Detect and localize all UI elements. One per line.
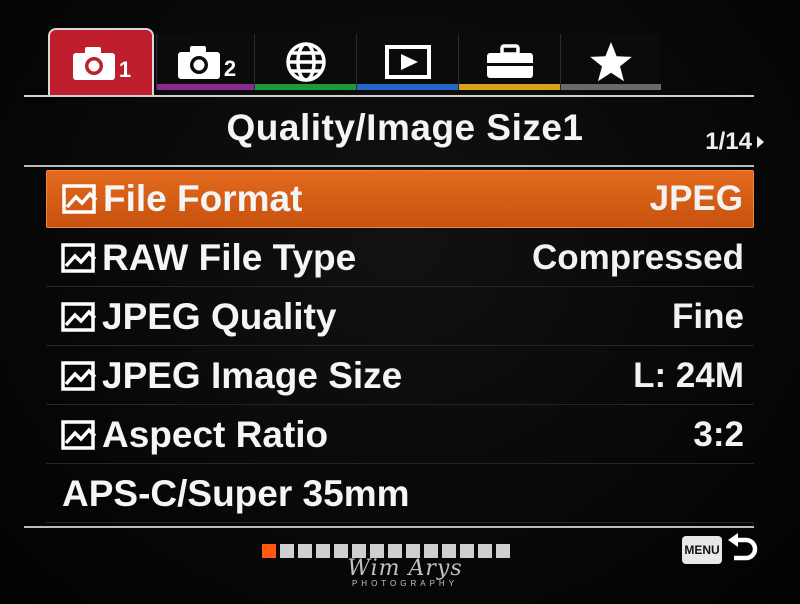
camera-icon bbox=[72, 47, 115, 80]
tab-playback[interactable] bbox=[356, 34, 459, 90]
tab-color-stripe bbox=[357, 84, 459, 90]
page-dot bbox=[280, 544, 294, 558]
menu-item-aps-c-super-35mm[interactable]: APS-C/Super 35mm bbox=[46, 465, 754, 523]
camera-icon bbox=[177, 46, 220, 79]
menu-tab-bar: 1 2 bbox=[48, 28, 668, 96]
menu-item-aspect-ratio[interactable]: Aspect Ratio 3:2 bbox=[46, 406, 754, 464]
still-image-icon bbox=[61, 301, 97, 332]
watermark-subtitle: PHOTOGRAPHY bbox=[351, 579, 459, 588]
menu-item-jpeg-quality[interactable]: JPEG Quality Fine bbox=[46, 288, 754, 346]
still-image-icon bbox=[62, 184, 98, 214]
tab-camera-settings-2[interactable]: 2 bbox=[156, 34, 255, 90]
menu-item-label: JPEG Quality bbox=[102, 295, 337, 337]
menu-item-jpeg-image-size[interactable]: JPEG Image Size L: 24M bbox=[46, 347, 754, 405]
tab-divider bbox=[24, 95, 754, 97]
menu-item-label: RAW File Type bbox=[102, 236, 357, 278]
tab-network[interactable] bbox=[254, 34, 357, 90]
menu-item-value: L: 24M bbox=[633, 355, 744, 395]
globe-icon bbox=[286, 42, 326, 82]
menu-item-value: 3:2 bbox=[693, 414, 744, 454]
divider bbox=[24, 526, 754, 528]
page-indicator-text: 1/14 bbox=[705, 128, 752, 155]
divider bbox=[24, 165, 754, 167]
camera-menu-screen: 1 2 Quality/Image Size1 1/14 File Format… bbox=[0, 0, 800, 604]
menu-list: File Format JPEG RAW File Type Compresse… bbox=[46, 170, 754, 524]
watermark-text: Wim Arys bbox=[347, 556, 463, 581]
page-dot bbox=[262, 544, 276, 558]
menu-item-label: File Format bbox=[103, 178, 303, 219]
menu-item-label: JPEG Image Size bbox=[102, 354, 403, 396]
tab-color-stripe bbox=[157, 84, 255, 90]
tab-camera-settings-1[interactable]: 1 bbox=[48, 28, 154, 96]
tab-color-stripe bbox=[561, 84, 661, 90]
still-image-icon bbox=[61, 242, 97, 273]
page-dot bbox=[496, 544, 510, 558]
menu-item-raw-file-type[interactable]: RAW File Type Compressed bbox=[46, 229, 754, 287]
tab-number: 2 bbox=[223, 56, 237, 81]
toolbox-icon bbox=[487, 44, 533, 78]
page-dot bbox=[298, 544, 312, 558]
page-title: Quality/Image Size1 bbox=[226, 107, 584, 148]
star-icon bbox=[590, 42, 632, 82]
page-indicator[interactable]: 1/14 bbox=[705, 128, 764, 156]
return-icon[interactable] bbox=[726, 532, 758, 566]
tab-color-stripe bbox=[255, 84, 357, 90]
watermark: Wim Arys PHOTOGRAPHY bbox=[320, 556, 490, 588]
tab-setup[interactable] bbox=[458, 34, 561, 90]
still-image-icon bbox=[61, 360, 97, 391]
menu-item-file-format[interactable]: File Format JPEG bbox=[46, 170, 754, 228]
menu-item-value: Compressed bbox=[531, 237, 744, 277]
tab-number: 1 bbox=[118, 57, 132, 82]
menu-item-value: JPEG bbox=[649, 179, 743, 218]
menu-button[interactable]: MENU bbox=[682, 536, 722, 564]
tab-my-menu[interactable] bbox=[560, 34, 661, 90]
next-page-arrow-icon bbox=[757, 136, 764, 148]
menu-item-label: APS-C/Super 35mm bbox=[62, 472, 410, 514]
menu-item-value: Fine bbox=[672, 296, 744, 336]
menu-item-label: Aspect Ratio bbox=[102, 413, 329, 455]
playback-icon bbox=[385, 45, 431, 79]
tab-color-stripe bbox=[459, 84, 561, 90]
still-image-icon bbox=[61, 419, 97, 450]
